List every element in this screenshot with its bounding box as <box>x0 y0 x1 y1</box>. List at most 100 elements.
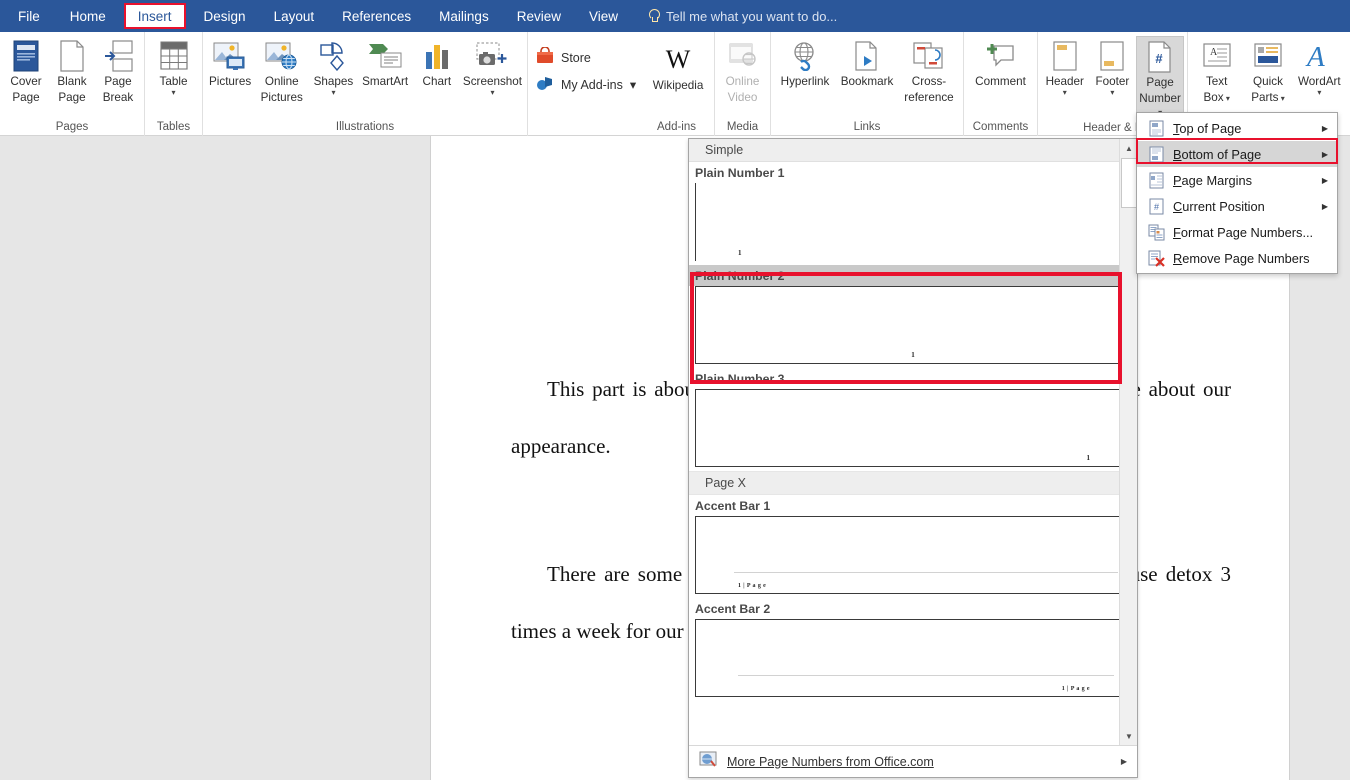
scrollbar-thumb[interactable] <box>1121 158 1137 208</box>
comment-button[interactable]: Comment <box>967 36 1034 89</box>
menu-item-remove-page-numbers[interactable]: Remove Page Numbers <box>1137 245 1337 271</box>
blank-page-icon <box>60 39 84 73</box>
online-pictures-icon <box>265 39 299 73</box>
gallery-item-plain-number-1[interactable]: Plain Number 1 1 <box>689 162 1137 261</box>
group-label-illustrations: Illustrations <box>203 118 527 136</box>
submenu-arrow-icon: ▶ <box>1322 150 1331 159</box>
ribbon-group-media: Online Video Media <box>715 32 771 136</box>
shapes-label: Shapes <box>314 75 354 89</box>
svg-text:#: # <box>1155 51 1163 66</box>
text-box-button[interactable]: A Text Box ▾ <box>1191 36 1242 104</box>
comment-icon <box>986 39 1016 73</box>
tab-layout[interactable]: Layout <box>260 0 329 32</box>
header-label: Header <box>1046 75 1084 89</box>
text-box-label: Text <box>1206 75 1227 89</box>
page-break-button[interactable]: Page Break <box>95 36 141 104</box>
gallery-thumb: 1 | P a g e <box>695 516 1131 594</box>
shapes-button[interactable]: Shapes ▾ <box>309 36 357 97</box>
page-number-gallery[interactable]: Simple Plain Number 1 1 Plain Number 2 1… <box>688 138 1138 778</box>
pictures-button[interactable]: Pictures <box>206 36 254 89</box>
gallery-section-simple: Simple <box>689 139 1137 162</box>
my-addins-caret-icon[interactable]: ▾ <box>630 77 636 92</box>
gallery-item-plain-number-2[interactable]: Plain Number 2 1 <box>689 265 1137 364</box>
tab-home[interactable]: Home <box>56 0 120 32</box>
quick-parts-button[interactable]: Quick Parts ▾ <box>1242 36 1293 104</box>
store-label: Store <box>561 51 591 65</box>
quick-parts-label: Quick <box>1253 75 1283 89</box>
tab-mailings[interactable]: Mailings <box>425 0 503 32</box>
cover-page-label2: Page <box>12 91 39 105</box>
bookmark-button[interactable]: Bookmark <box>836 36 898 89</box>
gallery-scrollbar[interactable]: ▲ ▼ <box>1119 139 1137 745</box>
submenu-arrow-icon: ▶ <box>1322 202 1331 211</box>
pictures-label: Pictures <box>209 75 251 89</box>
chart-icon <box>423 39 451 73</box>
footer-icon <box>1099 39 1125 73</box>
gallery-item-accent-bar-1[interactable]: Accent Bar 1 1 | P a g e <box>689 495 1137 594</box>
cross-reference-icon <box>913 39 945 73</box>
page-number-label: Page <box>1146 76 1173 90</box>
page-number-button[interactable]: # Page Number ▾ <box>1136 36 1184 119</box>
gallery-footer[interactable]: More Page Numbers from Office.com ▶ <box>689 745 1137 777</box>
gallery-thumb: 1 <box>695 183 1131 261</box>
quick-parts-caret-icon[interactable]: ▾ <box>1279 94 1285 103</box>
menu-item-format-page-numbers[interactable]: Format Page Numbers... <box>1137 219 1337 245</box>
screenshot-caret-icon[interactable]: ▾ <box>490 89 494 97</box>
menu-item-page-margins[interactable]: Page Margins ▶ <box>1137 167 1337 193</box>
gallery-item-title: Plain Number 3 <box>689 368 1137 389</box>
gallery-section-page-x: Page X <box>689 471 1137 495</box>
svg-text:A: A <box>1210 47 1218 58</box>
gallery-item-title: Accent Bar 1 <box>689 495 1137 516</box>
my-addins-button[interactable]: My Add-ins ▾ <box>531 71 645 98</box>
menu-item-current-position[interactable]: # Current Position ▶ <box>1137 193 1337 219</box>
tab-file[interactable]: File <box>0 0 56 32</box>
chart-button[interactable]: Chart <box>413 36 461 89</box>
cross-reference-button[interactable]: Cross- reference <box>898 36 960 104</box>
tab-view[interactable]: View <box>575 0 632 32</box>
screenshot-icon <box>474 39 510 73</box>
scroll-down-arrow-icon[interactable]: ▼ <box>1120 727 1138 745</box>
text-box-caret-icon[interactable]: ▾ <box>1224 94 1230 103</box>
wordart-button[interactable]: A WordArt ▾ <box>1294 36 1345 97</box>
cover-page-button[interactable]: Cover Page <box>3 36 49 104</box>
blank-page-button[interactable]: Blank Page <box>49 36 95 104</box>
menu-item-label: TTop of Pageop of Page <box>1167 121 1322 136</box>
lightbulb-icon <box>648 9 659 23</box>
tab-review[interactable]: Review <box>503 0 575 32</box>
header-button[interactable]: Header ▾ <box>1041 36 1089 97</box>
menu-item-top-of-page[interactable]: TTop of Pageop of Page ▶ <box>1137 115 1337 141</box>
wikipedia-button[interactable]: W Wikipedia <box>645 40 711 93</box>
blank-page-label2: Page <box>58 91 85 105</box>
hyperlink-button[interactable]: Hyperlink <box>774 36 836 89</box>
store-button[interactable]: Store <box>531 44 645 71</box>
tab-references[interactable]: References <box>328 0 425 32</box>
remove-page-numbers-icon <box>1145 250 1167 267</box>
gallery-item-accent-bar-2[interactable]: Accent Bar 2 1 | P a g e <box>689 598 1137 697</box>
comment-label: Comment <box>975 75 1026 89</box>
table-caret-icon[interactable]: ▾ <box>171 89 175 97</box>
page-number-dropdown-menu[interactable]: TTop of Pageop of Page ▶ Bottom of Page … <box>1136 112 1338 274</box>
gallery-item-plain-number-3[interactable]: Plain Number 3 1 <box>689 368 1137 467</box>
gallery-thumb-number: 1 | P a g e <box>738 583 766 589</box>
table-button[interactable]: Table ▾ <box>148 36 199 97</box>
tab-design[interactable]: Design <box>190 0 260 32</box>
shapes-caret-icon[interactable]: ▾ <box>331 89 335 97</box>
smartart-button[interactable]: SmartArt <box>358 36 413 89</box>
tell-me-search[interactable]: Tell me what you want to do... <box>632 0 837 32</box>
header-caret-icon[interactable]: ▾ <box>1063 89 1067 97</box>
menu-item-label: Current Position <box>1167 199 1322 214</box>
more-page-numbers-label[interactable]: More Page Numbers from Office.com <box>727 755 1111 769</box>
store-icon <box>536 47 554 68</box>
smartart-label: SmartArt <box>362 75 408 89</box>
screenshot-button[interactable]: Screenshot ▾ <box>461 36 524 97</box>
footer-button[interactable]: Footer ▾ <box>1089 36 1137 97</box>
bottom-of-page-icon <box>1145 146 1167 163</box>
footer-caret-icon[interactable]: ▾ <box>1110 89 1114 97</box>
cover-page-label: Cover <box>10 75 41 89</box>
wordart-caret-icon[interactable]: ▾ <box>1317 89 1321 97</box>
menu-item-bottom-of-page[interactable]: Bottom of Page ▶ <box>1137 141 1337 167</box>
footer-label: Footer <box>1095 75 1129 89</box>
online-pictures-button[interactable]: Online Pictures <box>254 36 309 104</box>
online-video-button[interactable]: Online Video <box>718 36 767 104</box>
tab-insert[interactable]: Insert <box>120 0 190 32</box>
